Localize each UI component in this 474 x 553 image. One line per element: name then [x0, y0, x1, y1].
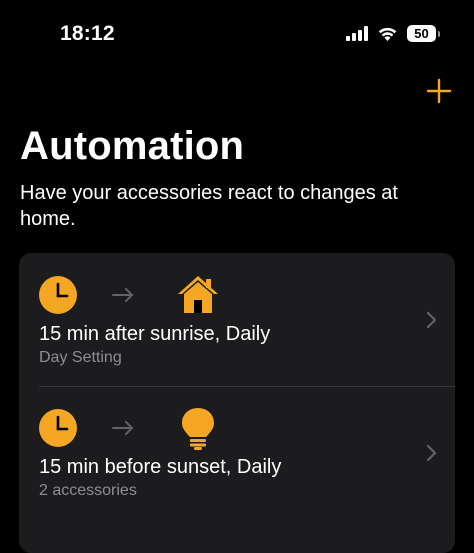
- battery-level: 50: [414, 26, 429, 41]
- clock-icon: [39, 409, 77, 447]
- chevron-right-icon: [426, 444, 437, 462]
- cellular-signal-icon: [346, 26, 368, 41]
- automation-title: 15 min after sunrise, Daily: [39, 323, 271, 345]
- chevron-right-icon: [426, 311, 437, 329]
- status-bar: 18:12 50: [0, 0, 474, 70]
- battery-icon: 50: [407, 25, 440, 42]
- lightbulb-icon: [182, 408, 214, 450]
- automation-detail: 2 accessories: [39, 482, 137, 499]
- page-title: Automation: [20, 124, 245, 168]
- status-icons: 50: [346, 25, 440, 42]
- arrow-right-icon: [112, 288, 133, 302]
- plus-icon[interactable]: [426, 78, 452, 104]
- wifi-icon: [378, 27, 397, 41]
- automation-row-sunrise[interactable]: 15 min after sunrise, Daily Day Setting: [19, 253, 455, 386]
- arrow-right-icon: [112, 421, 133, 435]
- page-subtitle: Have your accessories react to changes a…: [20, 182, 398, 230]
- automation-title: 15 min before sunset, Daily: [39, 456, 282, 478]
- automation-row-sunset[interactable]: 15 min before sunset, Daily 2 accessorie…: [19, 386, 455, 519]
- automation-icons: [38, 406, 220, 450]
- automation-list: 15 min after sunrise, Daily Day Setting: [19, 253, 455, 553]
- clock-icon: [39, 276, 77, 314]
- automation-icons: [38, 273, 220, 317]
- status-time: 18:12: [60, 22, 115, 45]
- home-icon: [178, 276, 218, 313]
- automation-detail: Day Setting: [39, 349, 122, 366]
